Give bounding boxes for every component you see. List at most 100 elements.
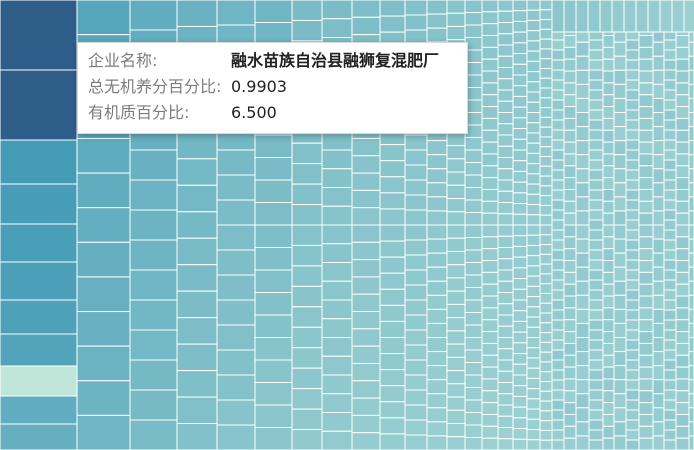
treemap-cell[interactable] (602, 307, 615, 321)
treemap-cell[interactable] (526, 142, 541, 154)
treemap-cell[interactable] (526, 183, 541, 195)
treemap-cell[interactable] (426, 322, 448, 338)
treemap-cell[interactable] (539, 0, 553, 11)
treemap-cell[interactable] (613, 182, 627, 198)
treemap-cell[interactable] (563, 165, 577, 179)
treemap-cell[interactable] (526, 388, 541, 400)
treemap-cell[interactable] (464, 262, 483, 276)
treemap-cell[interactable] (551, 369, 565, 381)
treemap-cell[interactable] (539, 273, 553, 285)
treemap-cell[interactable] (602, 212, 615, 226)
treemap-cell[interactable] (563, 236, 577, 250)
treemap-cell[interactable] (688, 294, 694, 310)
treemap-cell[interactable] (464, 424, 483, 438)
treemap-cell[interactable] (652, 168, 665, 184)
treemap-cell[interactable] (688, 126, 694, 142)
treemap-cell[interactable] (613, 266, 627, 282)
treemap-cell[interactable] (216, 149, 256, 176)
treemap-cell[interactable] (526, 9, 541, 21)
treemap-cell[interactable] (526, 214, 541, 226)
treemap-cell[interactable] (638, 236, 654, 250)
treemap-cell[interactable] (638, 153, 654, 167)
treemap-cell[interactable] (526, 418, 541, 431)
treemap-cell[interactable] (291, 204, 323, 226)
treemap-cell[interactable] (675, 271, 690, 285)
treemap-cell[interactable] (176, 131, 218, 160)
treemap-cell[interactable] (446, 396, 466, 411)
treemap-cell[interactable] (526, 234, 541, 246)
treemap-cell[interactable] (638, 295, 654, 309)
treemap-cell[interactable] (625, 99, 640, 111)
treemap-cell[interactable] (613, 238, 627, 254)
treemap-cell[interactable] (539, 292, 553, 304)
treemap-cell[interactable] (652, 55, 665, 71)
treemap-cell[interactable] (675, 82, 690, 96)
treemap-cell[interactable] (464, 287, 483, 301)
treemap-cell[interactable] (551, 419, 565, 431)
treemap-cell[interactable] (464, 162, 483, 176)
treemap-cell[interactable] (663, 89, 677, 101)
treemap-cell[interactable] (551, 79, 565, 91)
treemap-cell[interactable] (663, 109, 677, 121)
treemap-cell[interactable] (563, 212, 577, 226)
treemap-cell[interactable] (625, 289, 640, 301)
treemap-cell[interactable] (0, 365, 78, 397)
treemap-cell[interactable] (426, 351, 448, 367)
treemap-cell[interactable] (563, 224, 577, 238)
treemap-cell[interactable] (575, 140, 590, 156)
treemap-cell[interactable] (575, 224, 590, 240)
treemap-cell[interactable] (551, 239, 565, 251)
treemap-cell[interactable] (129, 299, 178, 331)
treemap-cell[interactable] (464, 374, 483, 388)
treemap-cell[interactable] (663, 199, 677, 211)
treemap-cell[interactable] (575, 55, 590, 71)
treemap-cell[interactable] (497, 179, 514, 192)
treemap-cell[interactable] (291, 347, 323, 369)
treemap-cell[interactable] (563, 200, 577, 214)
treemap-cell[interactable] (551, 399, 565, 411)
treemap-cell[interactable] (588, 369, 604, 381)
treemap-cell[interactable] (683, 0, 694, 33)
treemap-cell[interactable] (638, 354, 654, 368)
treemap-cell[interactable] (351, 397, 381, 416)
treemap-cell[interactable] (675, 248, 690, 262)
treemap-cell[interactable] (526, 0, 541, 11)
treemap-cell[interactable] (613, 322, 627, 338)
treemap-cell[interactable] (481, 82, 499, 96)
treemap-cell[interactable] (404, 434, 428, 450)
treemap-cell[interactable] (464, 312, 483, 326)
treemap-cell[interactable] (613, 97, 627, 113)
treemap-cell[interactable] (497, 33, 514, 46)
treemap-cell[interactable] (675, 366, 690, 380)
treemap-cell[interactable] (652, 379, 665, 395)
treemap-cell[interactable] (688, 308, 694, 324)
treemap-cell[interactable] (379, 272, 406, 290)
treemap-cell[interactable] (481, 437, 499, 450)
treemap-cell[interactable] (216, 324, 256, 351)
treemap-cell[interactable] (512, 342, 528, 355)
treemap-cell[interactable] (563, 129, 577, 143)
treemap-cell[interactable] (539, 253, 553, 265)
treemap-cell[interactable] (512, 213, 528, 226)
treemap-cell[interactable] (563, 0, 577, 33)
treemap-cell[interactable] (652, 308, 665, 324)
treemap-cell[interactable] (512, 74, 528, 87)
treemap-cell[interactable] (575, 407, 590, 423)
treemap-cell[interactable] (321, 412, 353, 432)
treemap-cell[interactable] (563, 319, 577, 333)
treemap-cell[interactable] (526, 255, 541, 267)
treemap-cell[interactable] (599, 0, 613, 33)
treemap-cell[interactable] (575, 252, 590, 268)
treemap-cell[interactable] (291, 388, 323, 410)
treemap-cell[interactable] (588, 199, 604, 211)
treemap-cell[interactable] (663, 349, 677, 361)
treemap-cell[interactable] (426, 210, 448, 226)
treemap-cell[interactable] (497, 78, 514, 91)
treemap-cell[interactable] (404, 149, 428, 166)
treemap-cell[interactable] (625, 439, 640, 450)
treemap-cell[interactable] (526, 408, 541, 420)
treemap-cell[interactable] (404, 419, 428, 436)
treemap-cell[interactable] (351, 172, 381, 191)
treemap-cell[interactable] (688, 182, 694, 198)
treemap-cell[interactable] (613, 126, 627, 142)
